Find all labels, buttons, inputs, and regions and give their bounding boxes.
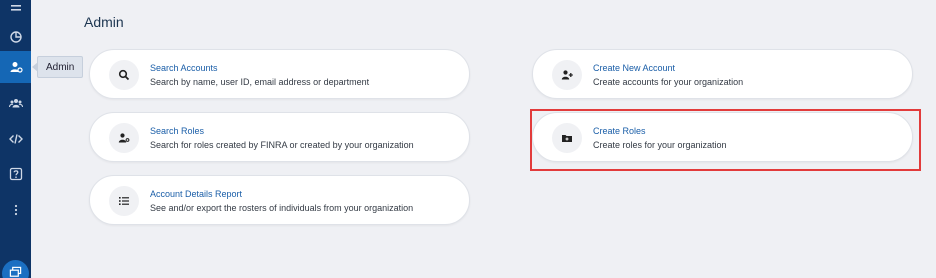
sidebar-item-more[interactable] — [0, 195, 31, 225]
search-roles-card[interactable]: Search Roles Search for roles created by… — [89, 112, 470, 162]
create-new-account-link[interactable]: Create New Account — [593, 63, 743, 74]
sidebar-windows-button[interactable] — [2, 260, 29, 278]
code-icon — [8, 134, 23, 144]
more-vertical-icon — [14, 204, 17, 216]
add-user-icon-badge — [552, 60, 582, 90]
search-accounts-card[interactable]: Search Accounts Search by name, user ID,… — [89, 49, 470, 99]
search-accounts-link[interactable]: Search Accounts — [150, 63, 369, 74]
create-new-account-card[interactable]: Create New Account Create accounts for y… — [532, 49, 913, 99]
search-roles-link[interactable]: Search Roles — [150, 126, 414, 137]
sidebar-item-developer[interactable] — [0, 124, 31, 154]
user-search-icon-badge — [109, 123, 139, 153]
menu-icon — [10, 5, 21, 11]
user-search-icon — [118, 133, 130, 143]
page-title: Admin — [84, 14, 124, 30]
search-icon — [118, 69, 130, 81]
sidebar — [0, 0, 31, 278]
account-details-report-desc: See and/or export the rosters of individ… — [150, 203, 414, 213]
sidebar-item-groups[interactable] — [0, 88, 31, 118]
account-details-report-link[interactable]: Account Details Report — [150, 189, 413, 200]
sidebar-item-menu[interactable] — [0, 0, 31, 22]
windows-icon — [9, 266, 22, 277]
add-user-icon — [561, 70, 573, 80]
create-new-account-desc: Create accounts for your organization — [593, 77, 744, 87]
admin-tooltip: Admin — [31, 56, 84, 78]
users-icon — [8, 99, 23, 108]
pie-chart-icon — [9, 31, 22, 43]
list-icon — [119, 197, 129, 205]
user-gear-icon — [10, 62, 23, 73]
search-roles-desc: Search for roles created by FINRA or cre… — [150, 140, 414, 150]
help-icon — [9, 167, 22, 181]
highlight-box — [530, 109, 921, 171]
sidebar-item-admin[interactable] — [0, 51, 31, 83]
search-accounts-desc: Search by name, user ID, email address o… — [150, 77, 370, 87]
list-icon-badge — [109, 186, 139, 216]
sidebar-item-reports[interactable] — [0, 22, 31, 52]
search-icon-badge — [109, 60, 139, 90]
sidebar-item-help[interactable] — [0, 159, 31, 189]
account-details-report-card[interactable]: Account Details Report See and/or export… — [89, 175, 470, 225]
